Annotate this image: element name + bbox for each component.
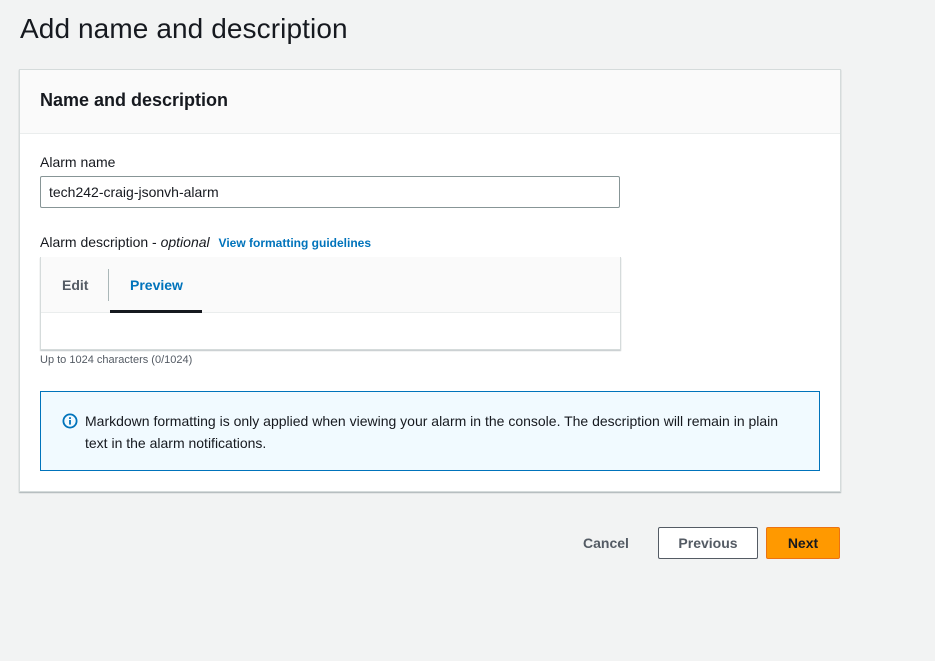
alarm-name-input[interactable]: [40, 176, 620, 208]
card-header: Name and description: [20, 70, 840, 134]
alarm-name-label: Alarm name: [40, 154, 116, 170]
info-alert: Markdown formatting is only applied when…: [40, 391, 820, 471]
name-description-card: Name and description Alarm name Alarm de…: [19, 69, 841, 492]
description-tabs: Edit Preview: [41, 257, 620, 313]
page-title: Add name and description: [20, 13, 348, 44]
tab-preview[interactable]: Preview: [130, 257, 183, 313]
page: Add name and description Name and descri…: [0, 0, 935, 661]
alarm-description-label: Alarm description - optional View format…: [40, 234, 371, 250]
alarm-description-label-text: Alarm description -: [40, 234, 161, 250]
active-tab-indicator: [110, 310, 202, 313]
tab-divider: [108, 269, 109, 301]
info-icon: [62, 413, 78, 429]
cancel-button[interactable]: Cancel: [576, 527, 636, 559]
formatting-guidelines-link[interactable]: View formatting guidelines: [219, 236, 371, 250]
wizard-actions: Cancel Previous Next: [0, 527, 935, 559]
card-title: Name and description: [40, 90, 229, 110]
optional-text: optional: [160, 234, 210, 250]
character-count: Up to 1024 characters (0/1024): [40, 354, 193, 366]
info-alert-text: Markdown formatting is only applied when…: [85, 413, 779, 451]
description-editor: Edit Preview: [40, 257, 621, 350]
preview-pane: [41, 313, 620, 349]
tab-edit[interactable]: Edit: [62, 257, 88, 313]
previous-button[interactable]: Previous: [658, 527, 758, 559]
next-button[interactable]: Next: [766, 527, 840, 559]
